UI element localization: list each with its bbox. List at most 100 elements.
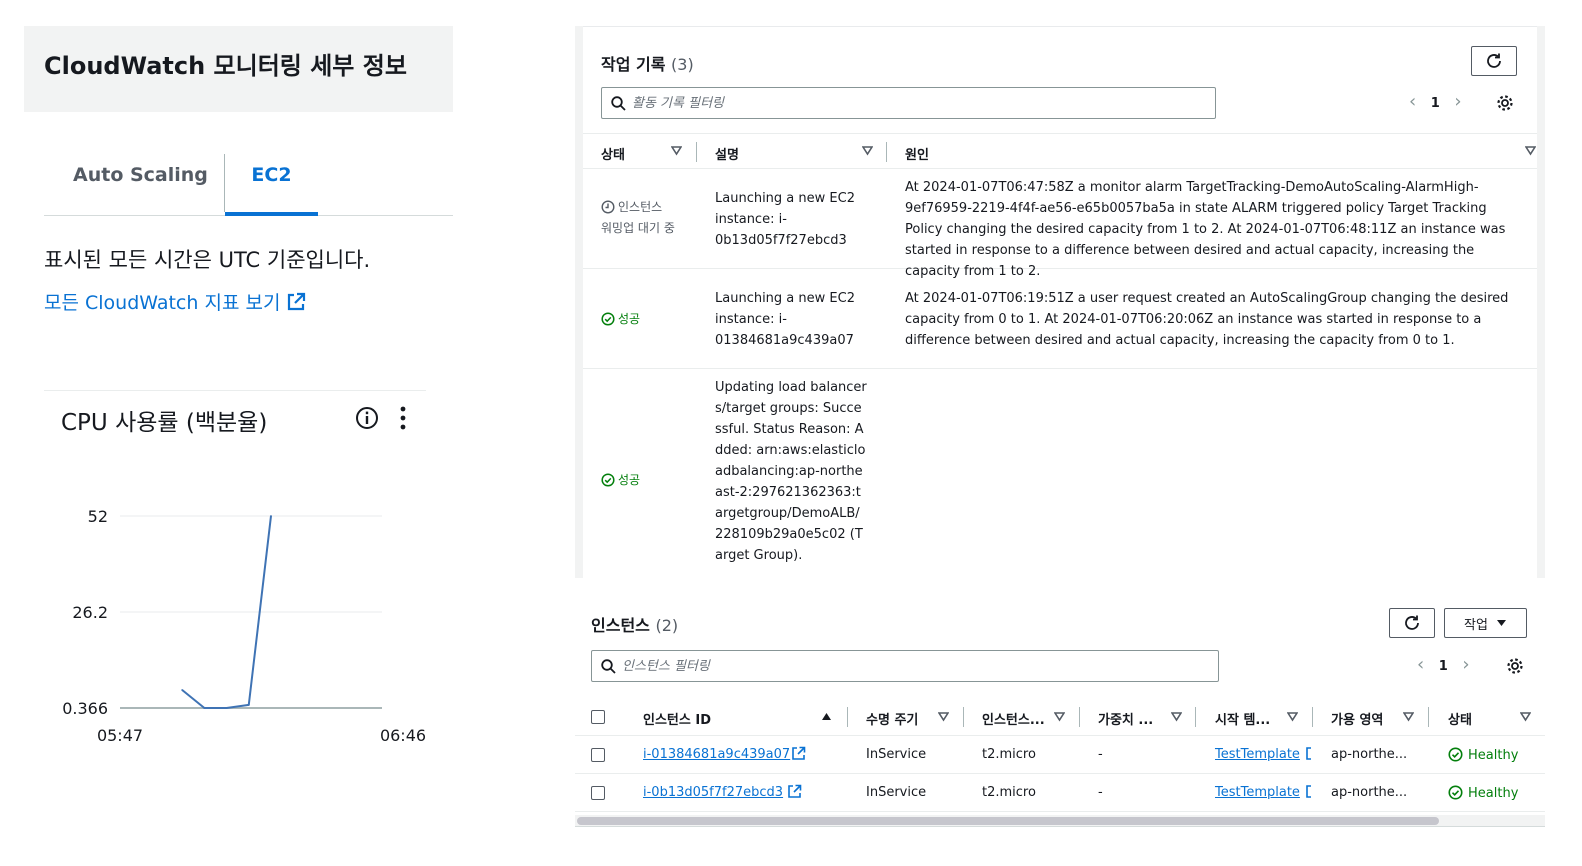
sort-caret-icon[interactable] [670,145,683,160]
y-tick-label: 52 [88,507,108,526]
sort-caret-icon[interactable] [1170,711,1183,726]
success-check-icon [601,473,615,487]
search-icon [611,96,626,111]
page-title: CloudWatch 모니터링 세부 정보 [44,52,407,80]
status-label: 성공 [618,473,641,487]
activity-search-input[interactable] [632,92,1184,114]
col-launch-template[interactable]: 시작 템... [1215,709,1270,728]
column-divider [1079,707,1080,727]
activity-title: 작업 기록 (3) [601,51,694,75]
instance-id-link[interactable]: i-0b13d05f7f27ebcd3 [643,785,783,800]
row-cause: At 2024-01-07T06:47:58Z a monitor alarm … [905,180,1506,279]
data-point [181,689,184,691]
scrollbar-thumb[interactable] [577,817,1439,825]
column-divider [1312,707,1313,727]
actions-dropdown-button[interactable]: 작업 [1444,608,1527,638]
row-checkbox[interactable] [591,748,605,762]
horizontal-scrollbar[interactable] [575,815,1545,827]
column-divider [696,142,697,162]
column-divider [847,707,848,727]
instance-type: t2.micro [982,785,1036,800]
sort-caret-icon[interactable] [1524,145,1537,160]
status-label: 성공 [618,312,641,326]
col-weight[interactable]: 가중치 ... [1098,709,1153,728]
next-page-icon[interactable]: › [1462,654,1469,675]
instances-page-number[interactable]: 1 [1439,659,1448,674]
col-cause[interactable]: 원인 [905,144,929,163]
col-status[interactable]: 상태 [601,144,625,163]
status-success: 성공 [601,309,640,330]
health-label: Healthy [1468,786,1519,801]
activity-count: (3) [671,55,694,74]
tab-auto-scaling[interactable]: Auto Scaling [73,150,208,214]
instances-table: 인스턴스 ID 수명 주기 인스턴스... 가중치 ... 시작 템... 가용… [575,698,1545,812]
actions-label: 작업 [1464,617,1488,633]
status-pending: 인스턴스 워밍업 대기 중 [601,197,675,239]
col-description[interactable]: 설명 [715,144,739,163]
external-link-icon[interactable] [787,784,802,803]
activity-page-number[interactable]: 1 [1431,96,1440,111]
data-point [203,707,206,709]
utc-note: 표시된 모든 시간은 UTC 기준입니다. [44,248,371,272]
launch-template-link[interactable]: TestTemplate [1215,785,1300,800]
external-link-icon [286,292,306,317]
sort-caret-icon[interactable] [1519,711,1532,726]
col-lifecycle[interactable]: 수명 주기 [866,709,918,728]
col-health-status[interactable]: 상태 [1448,709,1472,728]
launch-template-link[interactable]: TestTemplate [1215,747,1300,762]
instances-search-input[interactable] [622,655,1186,677]
success-check-icon [1448,747,1463,762]
cloudwatch-header: CloudWatch 모니터링 세부 정보 [24,26,453,112]
prev-page-icon[interactable]: ‹ [1417,654,1424,675]
instance-row: i-0b13d05f7f27ebcd3 InService t2.micro -… [575,774,1545,812]
refresh-icon [1487,53,1501,68]
activity-pagination: ‹ 1 › [1409,91,1462,112]
instances-pagination: ‹ 1 › [1417,654,1470,675]
column-divider [1195,707,1196,727]
row-checkbox[interactable] [591,786,605,800]
sort-caret-icon[interactable] [937,711,950,726]
instance-id: i-01384681a9c439a07 [643,747,791,762]
activity-table-header: 상태 설명 원인 [583,133,1537,169]
instances-search[interactable] [591,650,1219,682]
clock-icon [601,200,615,214]
activity-search[interactable] [601,87,1216,119]
prev-page-icon[interactable]: ‹ [1409,91,1416,112]
settings-gear-icon[interactable] [1506,657,1524,675]
activity-table: 상태 설명 원인 인스턴스 워밍업 대기 중 Launching a new E… [583,133,1537,578]
activity-row: 인스턴스 워밍업 대기 중 Launching a new EC2 instan… [583,169,1537,279]
caret-down-icon [1496,620,1506,626]
sort-caret-icon[interactable] [1402,711,1415,726]
sort-caret-icon[interactable] [1053,711,1066,726]
instance-lifecycle: InService [866,747,927,762]
sort-caret-icon[interactable] [861,145,874,160]
activity-refresh-button[interactable] [1471,46,1517,76]
health-status: Healthy [1448,747,1518,763]
sort-caret-icon[interactable] [1286,711,1299,726]
activity-title-text: 작업 기록 [601,55,666,74]
column-divider [1428,707,1429,727]
col-instance-id[interactable]: 인스턴스 ID [643,709,711,728]
col-availability-zone[interactable]: 가용 영역 [1331,709,1383,728]
activity-panel: 작업 기록 (3) ‹ 1 › 상태 설명 원인 [575,26,1545,578]
external-link-icon[interactable] [1305,746,1313,765]
sort-ascending-icon[interactable] [821,710,832,725]
col-instance-type[interactable]: 인스턴스... [982,709,1045,728]
instances-refresh-button[interactable] [1389,608,1435,638]
settings-gear-icon[interactable] [1496,94,1514,112]
x-tick-label: 05:47 [97,726,143,745]
all-metrics-link[interactable]: 모든 CloudWatch 지표 보기 [44,288,306,317]
instance-id-link[interactable]: i-01384681a9c439a07 [643,747,790,762]
instance-row: i-01384681a9c439a07 InService t2.micro -… [575,736,1545,774]
row-description: Updating load balancers/target groups: S… [715,380,867,563]
select-all-checkbox[interactable] [591,710,605,724]
external-link-icon[interactable] [791,746,806,765]
column-divider [886,142,887,162]
instances-count: (2) [655,616,679,635]
tab-ec2[interactable]: EC2 [225,150,318,216]
data-point [247,703,250,706]
next-page-icon[interactable]: › [1454,91,1461,112]
health-status: Healthy [1448,785,1518,801]
cpu-chart-card: CPU 사용률 (백분율) 52 26.2 0.366 05:47 06:46 [44,390,426,780]
external-link-icon[interactable] [1305,784,1313,803]
